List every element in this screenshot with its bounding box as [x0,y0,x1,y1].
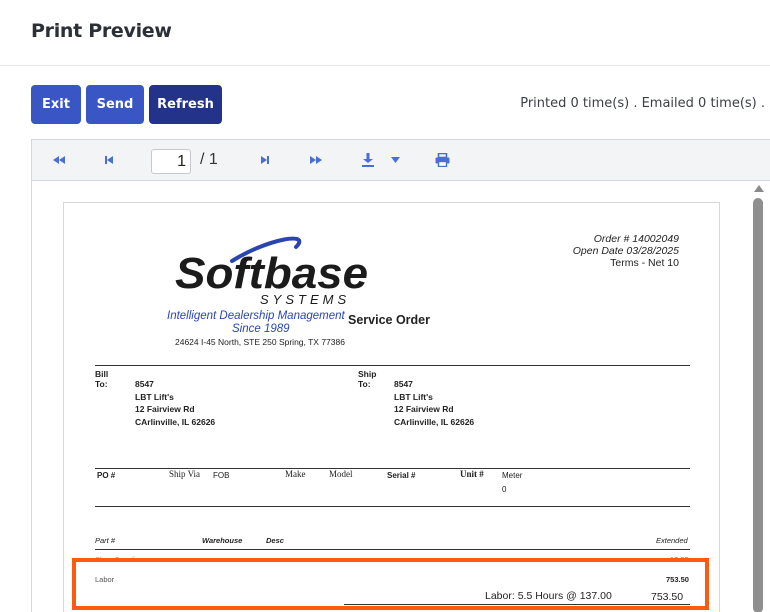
po-column: PO # [97,471,116,480]
scrollbar-thumb[interactable] [753,198,763,612]
page-number-input[interactable]: 1 [151,149,191,174]
serial-column: Serial # [387,471,416,480]
viewer-toolbar: 1 / 1 [32,140,770,181]
logo-sub-text: SYSTEMS [260,292,350,307]
since-year: Since 1989 [232,323,290,335]
last-page-icon[interactable] [308,152,324,168]
warehouse-column: Warehouse [202,536,243,545]
print-preview-page: Print Preview Exit Send Refresh Printed … [0,0,770,612]
softbase-logo: Softbase SYSTEMS [175,236,368,307]
print-email-status: Printed 0 time(s) . Emailed 0 time(s) . [520,96,765,111]
page-title: Print Preview [31,20,172,42]
next-page-icon[interactable] [258,152,272,168]
open-date: Open Date 03/28/2025 [572,245,679,257]
bill-to-label: Bill To: [95,369,109,389]
ship-to-address: 8547 LBT Lift's 12 Fairview Rd CArlinvil… [394,379,475,427]
line-item-amount: 753.50 [666,575,689,584]
meter-column: Meter [502,471,523,480]
desc-column: Desc [266,536,284,545]
labor-total: 753.50 [651,591,684,603]
print-icon[interactable] [434,152,450,168]
divider [344,604,690,605]
labor-detail: Labor: 5.5 Hours @ 137.00 [485,590,612,602]
unit-column: Unit # [460,469,484,479]
line-item-desc: Labor [95,575,115,584]
model-column: Model [329,469,353,479]
page-header: Print Preview [0,0,770,66]
order-info: Order # 14002049 Open Date 03/28/2025 Te… [573,233,679,269]
refresh-button[interactable]: Refresh [149,85,222,124]
exit-button[interactable]: Exit [31,85,81,124]
payment-terms: Terms - Net 10 [610,257,679,269]
logo-main-text: Softbase [175,249,368,298]
part-column: Part # [95,536,116,545]
scroll-up-arrow[interactable] [754,185,764,192]
divider [95,549,690,550]
fob-column: FOB [213,471,230,480]
report-viewer: 1 / 1 Order # 14002049 Open Date 03/28/2… [31,139,770,612]
divider [95,365,690,366]
bill-to-address: 8547 LBT Lift's 12 Fairview Rd CArlinvil… [135,379,216,427]
line-item-desc: Shop Supplies [95,555,144,560]
service-order-document: Order # 14002049 Open Date 03/28/2025 Te… [63,202,720,612]
order-number: Order # 14002049 [593,233,679,245]
previous-page-icon[interactable] [102,152,116,168]
extended-column: Extended [656,536,688,545]
page-total: / 1 [200,151,218,168]
first-page-icon[interactable] [51,152,67,168]
download-icon[interactable] [360,152,376,168]
document-title: Service Order [348,313,430,327]
company-address: 24624 I-45 North, STE 250 Spring, TX 773… [175,337,345,347]
line-item-amount: 15.65 [670,555,689,560]
meter-value: 0 [502,485,507,494]
ship-via-column: Ship Via [169,469,201,479]
ship-to-label: Ship To: [358,369,377,389]
chevron-down-icon[interactable] [389,152,401,168]
make-column: Make [285,469,306,479]
tagline: Intelligent Dealership Management [167,310,345,322]
send-button[interactable]: Send [86,85,144,124]
divider [95,506,690,507]
